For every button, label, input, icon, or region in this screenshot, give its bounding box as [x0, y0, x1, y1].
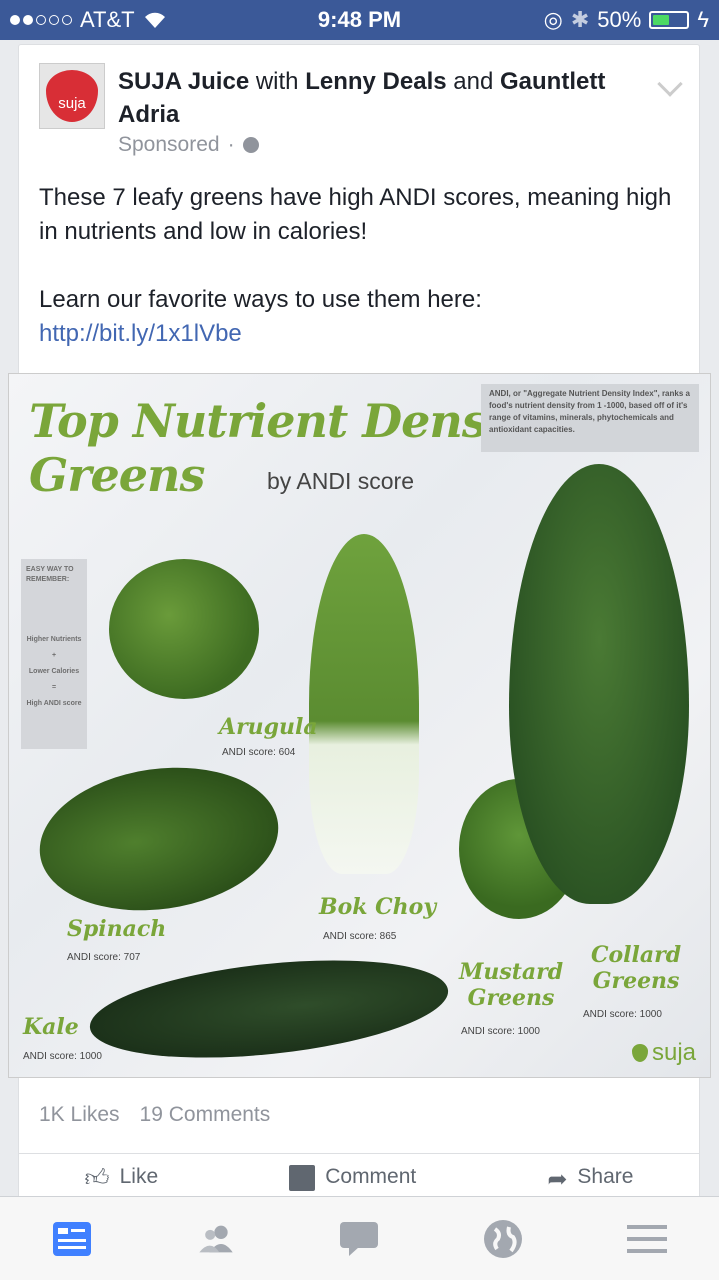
mustard-score: ANDI score: 1000: [461, 1026, 540, 1037]
post-text-line1: These 7 leafy greens have high ANDI scor…: [39, 184, 672, 245]
kale-label: Kale: [23, 1014, 79, 1040]
arugula-score: ANDI score: 604: [222, 747, 296, 758]
infographic-image[interactable]: Top Nutrient Dense Greens by ANDI score …: [8, 373, 711, 1078]
suja-logo: suja: [46, 70, 98, 122]
remember-lower: Lower Calories: [28, 668, 80, 675]
comment-icon: [289, 1165, 316, 1191]
mustard-label-line1: Mustard: [459, 959, 564, 985]
battery-icon: [649, 11, 690, 29]
bottom-nav: [0, 1196, 719, 1280]
globe-icon[interactable]: [483, 1219, 523, 1259]
remember-title: EASY WAY TO REMEMBER:: [26, 566, 74, 583]
post-card: suja SUJA Juice with Lenny Deals and Gau…: [8, 44, 711, 1204]
bokchoy-score: ANDI score: 865: [323, 931, 397, 942]
menu-icon[interactable]: [627, 1219, 668, 1259]
share-label: Share: [577, 1165, 634, 1188]
status-right: ◎ ✱ 50% ϟ: [544, 7, 709, 33]
andi-note: ANDI, or "Aggregate Nutrient Density Ind…: [481, 384, 699, 452]
globe-icon: [242, 137, 259, 153]
status-bar: AT&T 9:48 PM ◎ ✱ 50% ϟ: [0, 0, 719, 40]
comments-count[interactable]: 19 Comments: [140, 1103, 271, 1127]
author-link[interactable]: SUJA Juice: [118, 68, 249, 95]
remember-plus: +: [51, 652, 57, 659]
bluetooth-icon: ✱: [570, 7, 590, 32]
engagement-stats: 1K Likes 19 Comments: [39, 1103, 270, 1127]
chevron-down-icon[interactable]: [657, 71, 683, 97]
collard-score: ANDI score: 1000: [583, 1009, 662, 1020]
mustard-label: Mustard Greens: [459, 959, 563, 1011]
divider: [19, 1153, 699, 1154]
share-icon: ➦: [547, 1166, 568, 1193]
and-word: and: [453, 68, 494, 95]
charging-icon: ϟ: [697, 7, 709, 32]
arugula-image: [109, 559, 259, 699]
infographic-subtitle: by ANDI score: [267, 468, 414, 494]
remember-equals: =: [51, 684, 57, 691]
post-text-line2: Learn our favorite ways to use them here…: [39, 283, 679, 351]
remember-high: High ANDI score: [26, 700, 82, 707]
collard-label-line1: Collard: [591, 942, 682, 968]
kale-score: ANDI score: 1000: [23, 1051, 102, 1062]
bokchoy-image: [309, 534, 419, 874]
post-link[interactable]: http://bit.ly/1x1lVbe: [39, 320, 242, 347]
messages-icon[interactable]: [339, 1219, 379, 1259]
collard-label-line2: Greens: [592, 968, 680, 994]
post-body: These 7 leafy greens have high ANDI scor…: [39, 181, 679, 351]
sponsored-label[interactable]: Sponsored: [118, 133, 220, 157]
suja-watermark: suja: [631, 1039, 696, 1067]
bokchoy-label: Bok Choy: [319, 894, 437, 920]
likes-count[interactable]: 1K Likes: [39, 1103, 120, 1127]
thumbs-up-icon: 👍︎: [84, 1165, 110, 1192]
spinach-score: ANDI score: 707: [67, 952, 141, 963]
battery-label: 50%: [597, 7, 642, 32]
remember-higher: Higher Nutrients: [26, 636, 82, 643]
news-feed-icon[interactable]: [52, 1219, 92, 1259]
spinach-label: Spinach: [67, 916, 167, 942]
like-label: Like: [119, 1165, 159, 1188]
mustard-label-line2: Greens: [467, 985, 555, 1011]
suja-drop-icon: [631, 1044, 648, 1062]
post-header: SUJA Juice with Lenny Deals and Gauntlet…: [118, 65, 638, 131]
kale-image: [85, 945, 453, 1073]
infographic-title-line1: Top Nutrient Dense: [29, 394, 516, 448]
arugula-label: Arugula: [219, 714, 318, 740]
post-text-line2-label: Learn our favorite ways to use them here…: [39, 286, 482, 313]
with-word: with: [255, 68, 299, 95]
tagged-user-1[interactable]: Lenny Deals: [305, 68, 446, 95]
spinach-image: [30, 752, 288, 926]
suja-watermark-label: suja: [651, 1039, 696, 1066]
avatar[interactable]: suja: [39, 63, 105, 129]
rotation-lock-icon: ◎: [543, 7, 563, 32]
collard-label: Collard Greens: [591, 942, 681, 994]
friends-icon[interactable]: [196, 1219, 236, 1259]
sponsored-row: Sponsored ·: [118, 133, 259, 157]
comment-label: Comment: [325, 1165, 417, 1188]
collard-greens-image: [509, 464, 689, 904]
remember-box: EASY WAY TO REMEMBER: Higher Nutrients +…: [21, 559, 87, 749]
separator: ·: [227, 133, 235, 156]
